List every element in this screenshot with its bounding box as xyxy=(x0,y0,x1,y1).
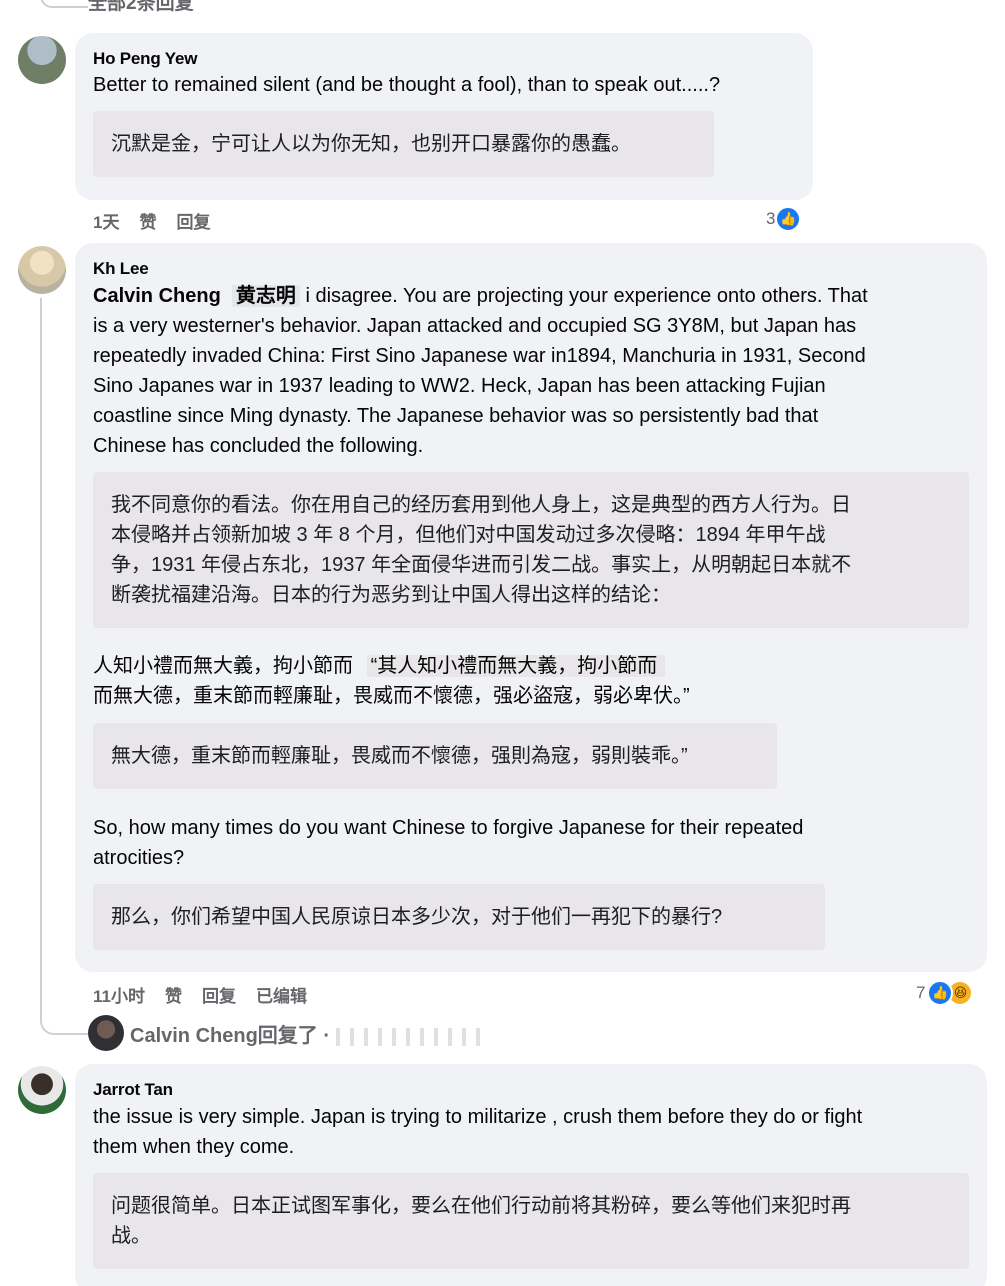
translation-text: 问题很简单。日本正试图军事化，要么在他们行动前将其粉碎，要么等他们来犯时再 战。 xyxy=(111,1191,851,1251)
replies-connector-line xyxy=(40,0,88,8)
translation-line: 争，1931 年侵占东北，1937 年全面侵华进而引发二战。事实上，从明朝起日本… xyxy=(111,554,852,576)
comment-text-line: repeatedly invaded China: First Sino Jap… xyxy=(93,345,866,367)
comment-text-line: is a very westerner's behavior. Japan at… xyxy=(93,315,857,337)
translation-text: 那么，你们希望中国人民原谅日本多少次，对于他们一再犯下的暴行? xyxy=(111,906,723,928)
comment-actions: 1天 赞 回复 xyxy=(93,208,210,233)
comment-text: Better to remained silent (and be though… xyxy=(93,74,721,96)
translation-text: 我不同意你的看法。你在用自己的经历套用到他人身上，这是典型的西方人行为。日 本侵… xyxy=(111,490,851,610)
avatar[interactable] xyxy=(18,1066,66,1114)
avatar[interactable] xyxy=(88,1015,124,1051)
comment-time[interactable]: 11小时 xyxy=(93,982,145,1007)
quote-text: 人知小禮而無大義，拘小節而 “其人知小禮而無大義，拘小節而 而無大德，重末節而輕… xyxy=(93,651,973,711)
comment-text: the issue is very simple. Japan is tryin… xyxy=(93,1102,973,1162)
like-icon: 👍 xyxy=(775,206,802,232)
translation-text: 沉默是金，宁可让人以为你无知，也别开口暴露你的愚蠢。 xyxy=(111,133,631,155)
comment-bubble: Jarrot Tan the issue is very simple. Jap… xyxy=(75,1064,987,1286)
comment-text-line: atrocities? xyxy=(93,847,185,869)
translation-box: 沉默是金，宁可让人以为你无知，也别开口暴露你的愚蠢。 xyxy=(93,111,714,177)
reaction-summary[interactable]: 7 👍 😆 xyxy=(916,980,974,1006)
translation-box: 無大德，重末節而輕廉耻，畏威而不懷德，强則為寇，弱則裝乖。” xyxy=(93,723,777,789)
like-icon: 👍 xyxy=(927,980,954,1006)
comment-author[interactable]: Jarrot Tan xyxy=(93,1080,173,1100)
comment-author[interactable]: Ho Peng Yew xyxy=(93,49,197,69)
reaction-summary[interactable]: 3 👍 xyxy=(766,206,802,232)
comment-text-line: So, how many times do you want Chinese t… xyxy=(93,817,804,839)
comment-text-line: coastline since Ming dynasty. The Japane… xyxy=(93,405,819,427)
view-replies-link[interactable]: Calvin Cheng回复了 · xyxy=(130,1019,487,1048)
reaction-count: 3 xyxy=(766,209,776,228)
translation-line: 战。 xyxy=(111,1225,151,1247)
quote-line: 人知小禮而無大義，拘小節而 xyxy=(93,655,353,677)
comment-time[interactable]: 1天 xyxy=(93,208,119,233)
translation-box: 问题很简单。日本正试图军事化，要么在他们行动前将其粉碎，要么等他们来犯时再 战。 xyxy=(93,1173,969,1269)
avatar[interactable] xyxy=(18,36,66,84)
translation-line: 我不同意你的看法。你在用自己的经历套用到他人身上，这是典型的西方人行为。日 xyxy=(111,494,851,516)
view-all-replies-link[interactable]: 全部2条回复 xyxy=(88,0,194,15)
reaction-count: 7 xyxy=(916,983,926,1002)
comment-actions: 11小时 赞 回复 已编辑 xyxy=(93,982,307,1007)
like-button[interactable]: 赞 xyxy=(139,208,156,233)
mention-link[interactable]: 黄志明 xyxy=(231,285,300,307)
comment-text-line: them when they come. xyxy=(93,1136,295,1158)
comment-author[interactable]: Kh Lee xyxy=(93,259,149,279)
avatar[interactable] xyxy=(18,246,66,294)
translation-line: 本侵略并占领新加坡 3 年 8 个月，但他们对中国发动过多次侵略：1894 年甲… xyxy=(111,524,826,546)
translation-line: 断袭扰福建沿海。日本的行为恶劣到让中国人得出这样的结论： xyxy=(111,584,671,606)
comment-text-line: Chinese has concluded the following. xyxy=(93,435,424,457)
comment-text-line: Sino Japanes war in 1937 leading to WW2.… xyxy=(93,375,826,397)
comment-text-line: i disagree. You are projecting your expe… xyxy=(305,285,868,307)
obscured-text xyxy=(336,1027,487,1046)
comment-bubble: Ho Peng Yew Better to remained silent (a… xyxy=(75,33,813,200)
quote-line: “其人知小禮而無大義，拘小節而 xyxy=(366,655,666,677)
reply-button[interactable]: 回复 xyxy=(176,208,210,233)
translation-box: 那么，你们希望中国人民原谅日本多少次，对于他们一再犯下的暴行? xyxy=(93,884,825,950)
comment-bubble: Kh Lee Calvin Cheng 黄志明 i disagree. You … xyxy=(75,243,987,972)
reply-summary-text: Calvin Cheng回复了 · xyxy=(130,1025,331,1047)
translation-text: 無大德，重末節而輕廉耻，畏威而不懷德，强則為寇，弱則裝乖。” xyxy=(111,745,688,767)
mention-link[interactable]: Calvin Cheng xyxy=(93,285,221,307)
comment-text: So, how many times do you want Chinese t… xyxy=(93,813,973,873)
translation-box: 我不同意你的看法。你在用自己的经历套用到他人身上，这是典型的西方人行为。日 本侵… xyxy=(93,472,969,628)
comment-text: Calvin Cheng 黄志明 i disagree. You are pro… xyxy=(93,281,973,461)
reply-button[interactable]: 回复 xyxy=(202,982,236,1007)
like-button[interactable]: 赞 xyxy=(165,982,182,1007)
edited-label[interactable]: 已编辑 xyxy=(256,982,307,1007)
quote-line: 而無大德，重末節而輕廉耻，畏威而不懷德，强必盜寇，弱必卑伏。” xyxy=(93,685,690,707)
translation-line: 问题很简单。日本正试图军事化，要么在他们行动前将其粉碎，要么等他们来犯时再 xyxy=(111,1195,851,1217)
comment-text-line: the issue is very simple. Japan is tryin… xyxy=(93,1106,863,1128)
